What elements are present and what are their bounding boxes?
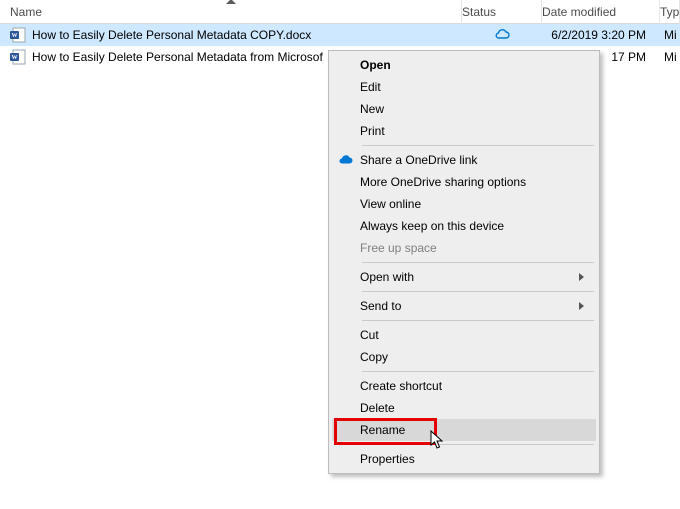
menu-label: Rename (360, 423, 405, 437)
menu-label: Open (360, 58, 391, 72)
menu-label: Send to (360, 299, 401, 313)
file-row[interactable]: W How to Easily Delete Personal Metadata… (0, 24, 680, 46)
menu-label: New (360, 102, 384, 116)
menu-label: Always keep on this device (360, 219, 504, 233)
column-header-row: Name Status Date modified Typ (0, 0, 680, 24)
column-header-date-label: Date modified (542, 5, 616, 19)
menu-item-open-with[interactable]: Open with (332, 266, 596, 288)
context-menu: Open Edit New Print Share a OneDrive lin… (328, 50, 600, 474)
menu-item-properties[interactable]: Properties (332, 448, 596, 470)
menu-label: Open with (360, 270, 414, 284)
menu-label: Share a OneDrive link (360, 153, 477, 167)
svg-text:W: W (12, 33, 18, 39)
column-header-name-label: Name (10, 5, 42, 19)
file-type: Mi (660, 28, 680, 42)
menu-label: View online (360, 197, 421, 211)
cloud-icon (494, 27, 510, 43)
menu-label: Copy (360, 350, 388, 364)
menu-separator (362, 444, 594, 445)
menu-separator (362, 145, 594, 146)
menu-item-print[interactable]: Print (332, 120, 596, 142)
menu-label: More OneDrive sharing options (360, 175, 526, 189)
file-date: 6/2/2019 3:20 PM (542, 28, 660, 42)
svg-text:W: W (12, 55, 18, 61)
menu-separator (362, 371, 594, 372)
menu-item-new[interactable]: New (332, 98, 596, 120)
menu-item-share-onedrive[interactable]: Share a OneDrive link (332, 149, 596, 171)
menu-item-copy[interactable]: Copy (332, 346, 596, 368)
sort-asc-icon (226, 0, 236, 4)
file-name: How to Easily Delete Personal Metadata C… (32, 28, 311, 42)
file-name: How to Easily Delete Personal Metadata f… (32, 50, 323, 64)
menu-item-open[interactable]: Open (332, 54, 596, 76)
column-header-name[interactable]: Name (0, 0, 462, 24)
word-doc-icon: W (10, 27, 26, 43)
column-header-status[interactable]: Status (462, 0, 542, 24)
menu-label: Properties (360, 452, 415, 466)
menu-item-send-to[interactable]: Send to (332, 295, 596, 317)
menu-label: Cut (360, 328, 379, 342)
menu-label: Print (360, 124, 385, 138)
menu-item-create-shortcut[interactable]: Create shortcut (332, 375, 596, 397)
menu-label: Create shortcut (360, 379, 442, 393)
menu-separator (362, 291, 594, 292)
menu-item-more-onedrive[interactable]: More OneDrive sharing options (332, 171, 596, 193)
menu-label: Free up space (360, 241, 437, 255)
column-header-type-label: Typ (660, 5, 679, 19)
menu-separator (362, 320, 594, 321)
chevron-right-icon (579, 273, 584, 281)
word-doc-icon: W (10, 49, 26, 65)
menu-label: Delete (360, 401, 395, 415)
menu-item-free-up-space: Free up space (332, 237, 596, 259)
menu-item-rename[interactable]: Rename (332, 419, 596, 441)
onedrive-icon (337, 152, 353, 168)
menu-item-edit[interactable]: Edit (332, 76, 596, 98)
column-header-type[interactable]: Typ (660, 0, 680, 24)
menu-label: Edit (360, 80, 381, 94)
menu-item-always-keep[interactable]: Always keep on this device (332, 215, 596, 237)
menu-item-view-online[interactable]: View online (332, 193, 596, 215)
column-header-status-label: Status (462, 5, 496, 19)
chevron-right-icon (579, 302, 584, 310)
file-type: Mi (660, 50, 680, 64)
menu-separator (362, 262, 594, 263)
menu-item-delete[interactable]: Delete (332, 397, 596, 419)
column-header-date[interactable]: Date modified (542, 0, 660, 24)
menu-item-cut[interactable]: Cut (332, 324, 596, 346)
